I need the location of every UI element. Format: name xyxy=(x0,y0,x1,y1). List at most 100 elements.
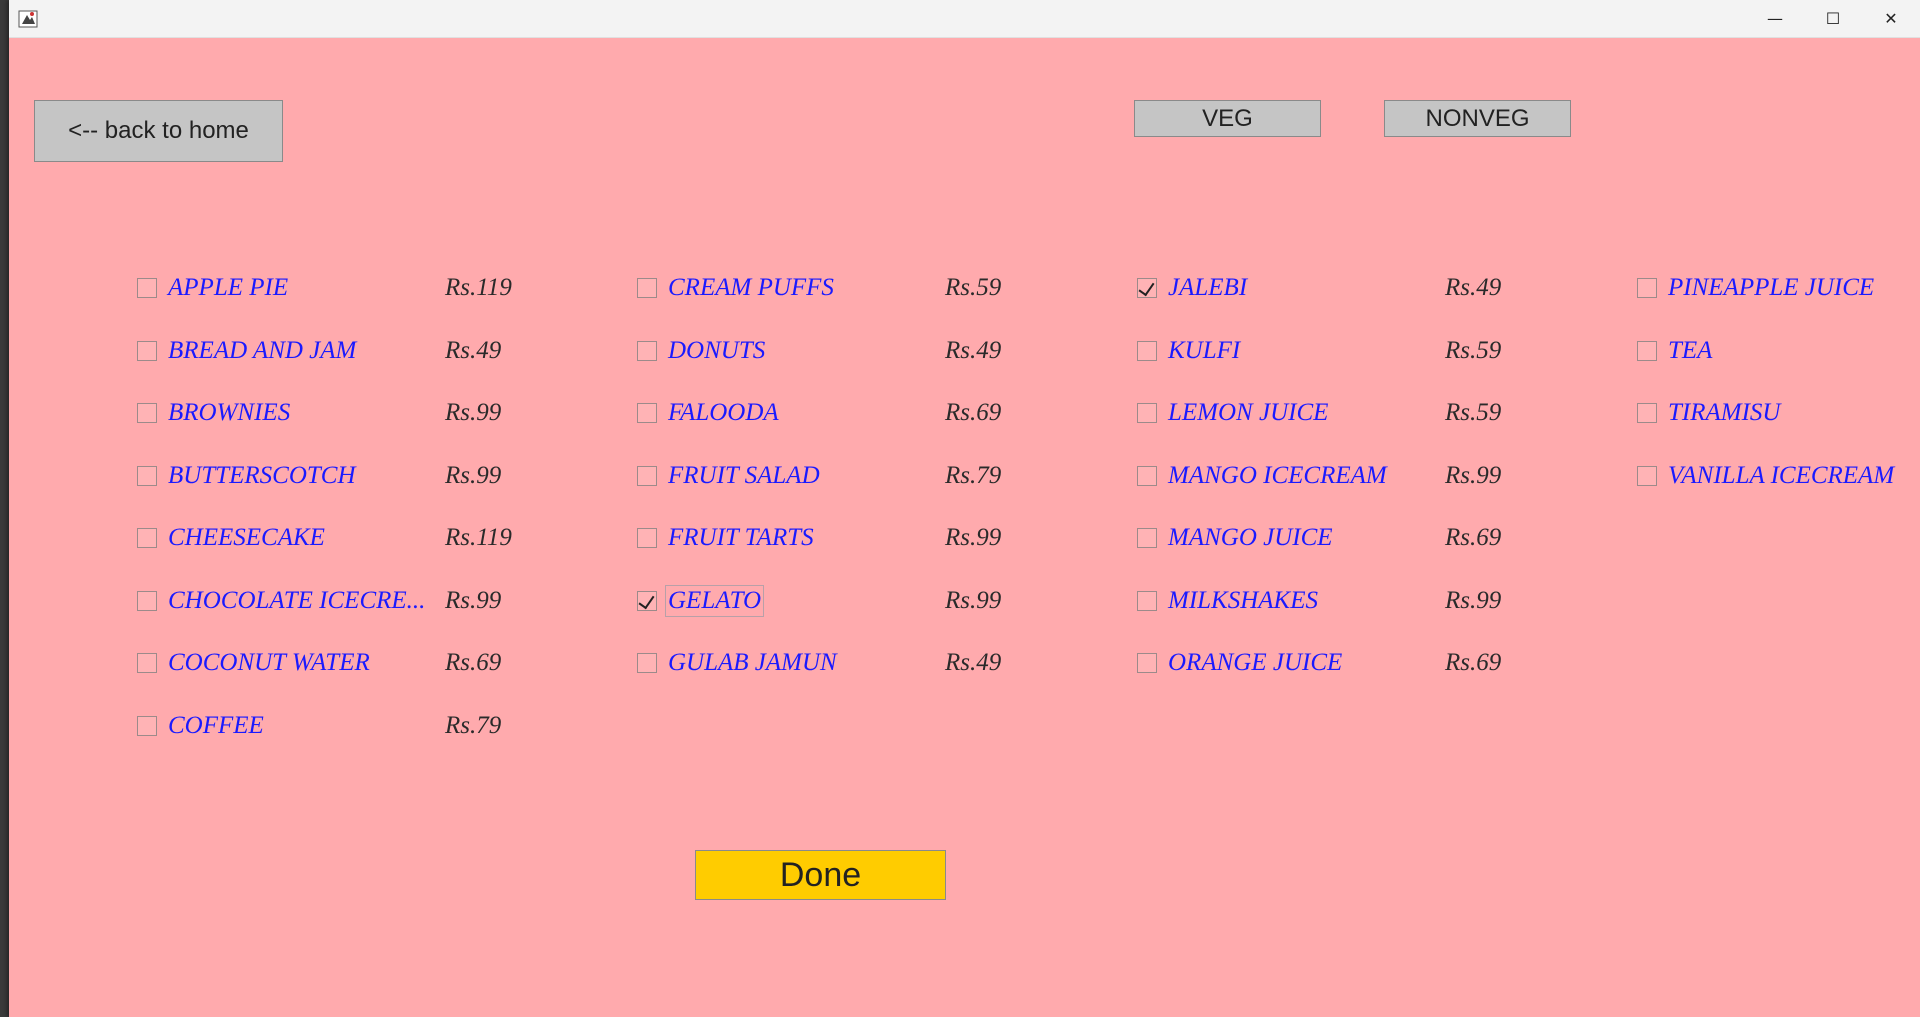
menu-item-price: Rs.79 xyxy=(945,462,1002,489)
menu-item-checkbox[interactable]: BROWNIES xyxy=(137,395,292,431)
menu-item-checkbox[interactable]: BREAD AND JAM xyxy=(137,333,358,369)
menu-item-name: MILKSHAKES xyxy=(1168,587,1318,614)
veg-filter-button[interactable]: VEG xyxy=(1134,100,1321,137)
menu-item-checkbox[interactable]: COFFEE xyxy=(137,708,266,744)
checkbox-unchecked-icon[interactable] xyxy=(637,466,657,486)
menu-item-name: GULAB JAMUN xyxy=(668,649,837,676)
menu-item-price: Rs.59 xyxy=(1445,399,1502,426)
menu-item-price: Rs.99 xyxy=(1445,587,1502,614)
menu-item-name: LEMON JUICE xyxy=(1168,399,1329,426)
checkbox-unchecked-icon[interactable] xyxy=(137,466,157,486)
menu-item-name: COCONUT WATER xyxy=(168,649,370,676)
checkbox-unchecked-icon[interactable] xyxy=(637,528,657,548)
menu-item-checkbox[interactable]: GELATO xyxy=(637,583,765,619)
menu-item-price: Rs.69 xyxy=(1445,649,1502,676)
checkbox-unchecked-icon[interactable] xyxy=(637,403,657,423)
menu-item-price: Rs.49 xyxy=(1445,274,1502,301)
menu-item-checkbox[interactable]: DONUTS xyxy=(637,333,767,369)
checkbox-unchecked-icon[interactable] xyxy=(1137,341,1157,361)
done-button[interactable]: Done xyxy=(695,850,946,900)
checkbox-unchecked-icon[interactable] xyxy=(137,278,157,298)
menu-item-checkbox[interactable]: MANGO ICECREAM xyxy=(1137,458,1389,494)
checkbox-unchecked-icon[interactable] xyxy=(1637,403,1657,423)
menu-item-name: CHEESECAKE xyxy=(168,524,325,551)
menu-item-checkbox[interactable]: VANILLA ICECREAM xyxy=(1637,458,1896,494)
menu-item-price: Rs.99 xyxy=(945,587,1002,614)
menu-item-price: Rs.49 xyxy=(945,649,1002,676)
checkbox-unchecked-icon[interactable] xyxy=(1637,341,1657,361)
menu-panel: <-- back to home VEG NONVEG APPLE PIE Rs.… xyxy=(9,38,1920,1017)
menu-item-name: CREAM PUFFS xyxy=(668,274,834,301)
menu-item-price: Rs.69 xyxy=(945,399,1002,426)
back-to-home-button[interactable]: <-- back to home xyxy=(34,100,283,162)
menu-item-name: GELATO xyxy=(664,585,765,617)
menu-item-checkbox[interactable]: MANGO JUICE xyxy=(1137,520,1335,556)
checkbox-unchecked-icon[interactable] xyxy=(1637,278,1657,298)
menu-item-checkbox[interactable]: JALEBI xyxy=(1137,270,1249,306)
checkbox-unchecked-icon[interactable] xyxy=(137,403,157,423)
maximize-button[interactable]: ☐ xyxy=(1804,0,1862,37)
checkbox-unchecked-icon[interactable] xyxy=(1637,466,1657,486)
menu-item-checkbox[interactable]: FALOODA xyxy=(637,395,781,431)
menu-item-checkbox[interactable]: TEA xyxy=(1637,333,1714,369)
app-window: — ☐ ✕ <-- back to home VEG NONVEG APPLE … xyxy=(9,0,1920,1017)
menu-item-price: Rs.59 xyxy=(945,274,1002,301)
menu-item-price: Rs.79 xyxy=(445,712,502,739)
menu-item-checkbox[interactable]: ORANGE JUICE xyxy=(1137,645,1344,681)
checkbox-unchecked-icon[interactable] xyxy=(637,341,657,361)
menu-item-price: Rs.99 xyxy=(445,399,502,426)
menu-item-name: ORANGE JUICE xyxy=(1168,649,1343,676)
checkbox-unchecked-icon[interactable] xyxy=(137,653,157,673)
menu-item-name: MANGO JUICE xyxy=(1168,524,1333,551)
checkbox-unchecked-icon[interactable] xyxy=(1137,466,1157,486)
minimize-button[interactable]: — xyxy=(1746,0,1804,37)
menu-item-name: CHOCOLATE ICECRE... xyxy=(168,587,426,614)
menu-item-price: Rs.119 xyxy=(445,524,512,551)
checkbox-unchecked-icon[interactable] xyxy=(1137,653,1157,673)
checkbox-unchecked-icon[interactable] xyxy=(1137,528,1157,548)
menu-item-name: APPLE PIE xyxy=(168,274,289,301)
menu-item-checkbox[interactable]: BUTTERSCOTCH xyxy=(137,458,358,494)
checkbox-unchecked-icon[interactable] xyxy=(637,278,657,298)
menu-item-name: BREAD AND JAM xyxy=(168,337,357,364)
menu-item-checkbox[interactable]: TIRAMISU xyxy=(1637,395,1782,431)
menu-item-checkbox[interactable]: GULAB JAMUN xyxy=(637,645,839,681)
menu-item-checkbox[interactable]: FRUIT SALAD xyxy=(637,458,822,494)
menu-item-name: COFFEE xyxy=(168,712,264,739)
menu-item-price: Rs.99 xyxy=(1445,462,1502,489)
menu-item-name: BUTTERSCOTCH xyxy=(168,462,356,489)
menu-item-price: Rs.99 xyxy=(945,524,1002,551)
close-button[interactable]: ✕ xyxy=(1862,0,1920,37)
menu-item-checkbox[interactable]: COCONUT WATER xyxy=(137,645,372,681)
nonveg-filter-button[interactable]: NONVEG xyxy=(1384,100,1571,137)
menu-item-checkbox[interactable]: CREAM PUFFS xyxy=(637,270,836,306)
menu-item-checkbox[interactable]: PINEAPPLE JUICE xyxy=(1637,270,1876,306)
checkbox-unchecked-icon[interactable] xyxy=(137,528,157,548)
checkbox-unchecked-icon[interactable] xyxy=(137,591,157,611)
menu-item-name: PINEAPPLE JUICE xyxy=(1668,274,1875,301)
title-bar[interactable]: — ☐ ✕ xyxy=(9,0,1920,38)
menu-item-price: Rs.99 xyxy=(445,587,502,614)
checkbox-unchecked-icon[interactable] xyxy=(1137,403,1157,423)
checkbox-unchecked-icon[interactable] xyxy=(137,341,157,361)
checkbox-unchecked-icon[interactable] xyxy=(137,716,157,736)
menu-item-checkbox[interactable]: LEMON JUICE xyxy=(1137,395,1330,431)
checkbox-checked-icon[interactable] xyxy=(1137,278,1157,298)
menu-item-checkbox[interactable]: APPLE PIE xyxy=(137,270,290,306)
menu-item-name: FRUIT TARTS xyxy=(668,524,814,551)
menu-item-checkbox[interactable]: CHOCOLATE ICECRE... xyxy=(137,583,427,619)
menu-item-name: TEA xyxy=(1668,337,1713,364)
menu-item-name: BROWNIES xyxy=(168,399,291,426)
menu-item-checkbox[interactable]: MILKSHAKES xyxy=(1137,583,1320,619)
menu-item-price: Rs.99 xyxy=(445,462,502,489)
menu-item-name: JALEBI xyxy=(1168,274,1248,301)
checkbox-unchecked-icon[interactable] xyxy=(637,653,657,673)
menu-item-checkbox[interactable]: KULFI xyxy=(1137,333,1242,369)
menu-item-name: VANILLA ICECREAM xyxy=(1668,462,1895,489)
menu-item-checkbox[interactable]: CHEESECAKE xyxy=(137,520,327,556)
checkbox-unchecked-icon[interactable] xyxy=(1137,591,1157,611)
menu-item-name: TIRAMISU xyxy=(1668,399,1781,426)
menu-item-price: Rs.69 xyxy=(1445,524,1502,551)
checkbox-checked-icon[interactable] xyxy=(637,591,657,611)
menu-item-checkbox[interactable]: FRUIT TARTS xyxy=(637,520,816,556)
